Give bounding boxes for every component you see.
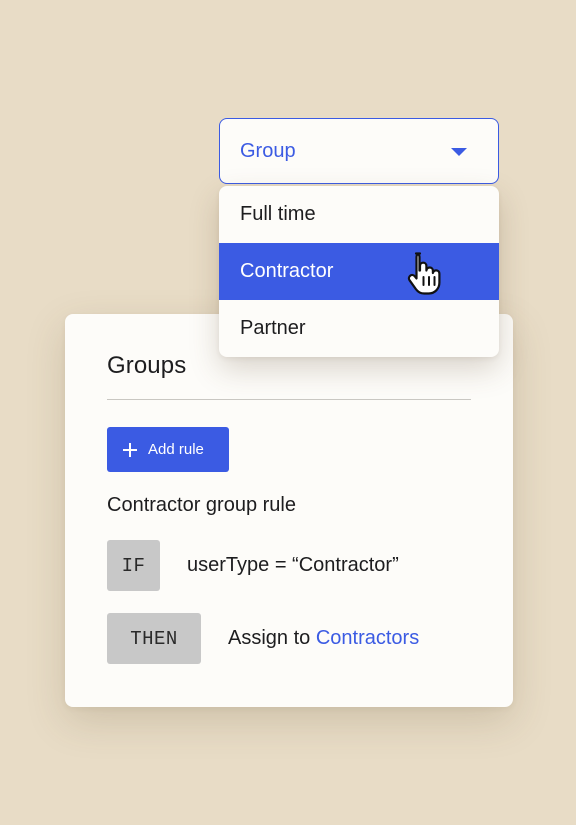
stage: Groups Add rule Contractor group rule IF… [0, 0, 576, 825]
rule-title: Contractor group rule [107, 494, 296, 516]
plus-icon [123, 442, 137, 457]
menu-item-full-time[interactable]: Full time [219, 186, 499, 243]
action-prefix: Assign to [228, 627, 311, 649]
groups-card: Groups Add rule Contractor group rule IF… [65, 314, 513, 707]
group-select[interactable]: Group [219, 118, 499, 184]
menu-item-partner[interactable]: Partner [219, 300, 499, 357]
add-rule-button[interactable]: Add rule [107, 427, 229, 472]
if-chip: IF [107, 540, 160, 591]
group-select-value: Group [240, 139, 296, 162]
divider [107, 399, 471, 400]
add-rule-label: Add rule [148, 441, 204, 458]
caret-down-icon [451, 148, 467, 156]
rule-condition: userType = “Contractor” [187, 554, 399, 576]
group-dropdown-menu: Full time Contractor Partner [219, 186, 499, 357]
menu-item-contractor[interactable]: Contractor [219, 243, 499, 300]
hand-pointer-cursor-icon [407, 252, 441, 295]
then-chip: THEN [107, 613, 201, 664]
card-title: Groups [107, 352, 187, 379]
rule-action: Assign to Contractors [228, 627, 419, 650]
contractors-link[interactable]: Contractors [316, 627, 419, 649]
